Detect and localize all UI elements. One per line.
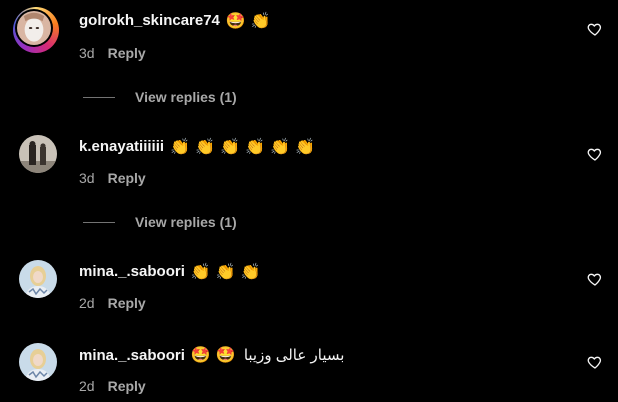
comment-meta: 3d Reply [79, 45, 146, 61]
timestamp: 3d [79, 45, 95, 61]
divider-line [83, 221, 115, 223]
timestamp: 3d [79, 170, 95, 186]
comment-text: 👏 👏 👏 👏 👏 👏 [170, 136, 316, 156]
reply-button[interactable]: Reply [108, 295, 146, 311]
reply-button[interactable]: Reply [108, 170, 146, 186]
comment-text: 👏 👏 👏 [190, 261, 261, 281]
like-heart-icon[interactable] [587, 271, 603, 287]
username[interactable]: mina._.saboori [79, 347, 185, 364]
comment-header: golrokh_skincare74 🤩 👏 [79, 12, 271, 29]
comment-text: 🤩 👏 [225, 10, 271, 30]
comment-header: k.enayatiiiiii 👏 👏 👏 👏 👏 👏 [79, 138, 315, 155]
avatar-image [19, 343, 57, 381]
username[interactable]: mina._.saboori [79, 263, 185, 280]
reply-button[interactable]: Reply [108, 45, 146, 61]
view-replies-label: View replies (1) [135, 214, 237, 230]
view-replies-label: View replies (1) [135, 89, 237, 105]
comment-meta: 2d Reply [79, 378, 146, 394]
like-heart-icon[interactable] [587, 146, 603, 162]
username[interactable]: golrokh_skincare74 [79, 12, 220, 29]
timestamp: 2d [79, 378, 95, 394]
username[interactable]: k.enayatiiiiii [79, 138, 164, 155]
avatar[interactable] [19, 260, 57, 298]
avatar[interactable] [19, 135, 57, 173]
view-replies-button[interactable]: View replies (1) [83, 214, 237, 230]
timestamp: 2d [79, 295, 95, 311]
comment-meta: 3d Reply [79, 170, 146, 186]
reply-button[interactable]: Reply [108, 378, 146, 394]
comment-meta: 2d Reply [79, 295, 146, 311]
comment-text: بسیار عالی وزیبا [243, 347, 345, 364]
comment-header: mina._.saboori 🤩 🤩 بسیار عالی وزیبا [79, 345, 345, 365]
like-heart-icon[interactable] [587, 354, 603, 370]
avatar-image [19, 260, 57, 298]
avatar-image [19, 135, 57, 173]
avatar[interactable] [13, 7, 59, 53]
like-heart-icon[interactable] [587, 21, 603, 37]
comment-header: mina._.saboori 👏 👏 👏 [79, 263, 261, 280]
divider-line [83, 96, 115, 98]
avatar-image [17, 11, 51, 45]
view-replies-button[interactable]: View replies (1) [83, 89, 237, 105]
comment-emoji: 🤩 🤩 [190, 345, 236, 364]
avatar[interactable] [19, 343, 57, 381]
